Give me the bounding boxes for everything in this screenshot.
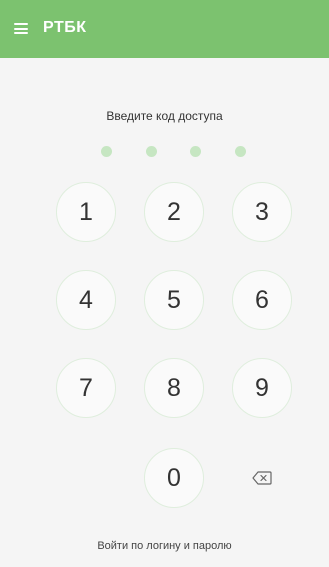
pin-dot-3	[190, 146, 201, 157]
hamburger-menu-icon[interactable]	[14, 23, 28, 34]
key-3[interactable]: 3	[232, 182, 292, 242]
app-title: РТБК	[43, 19, 87, 36]
key-5[interactable]: 5	[144, 270, 204, 330]
key-2[interactable]: 2	[144, 182, 204, 242]
pin-dot-4	[235, 146, 246, 157]
key-8[interactable]: 8	[144, 358, 204, 418]
pin-prompt: Введите код доступа	[106, 109, 223, 123]
backspace-icon[interactable]	[246, 462, 278, 494]
login-with-password-link[interactable]: Войти по логину и паролю	[0, 540, 329, 552]
pin-dot-1	[101, 146, 112, 157]
pin-dot-2	[146, 146, 157, 157]
key-6[interactable]: 6	[232, 270, 292, 330]
key-7[interactable]: 7	[56, 358, 116, 418]
key-9[interactable]: 9	[232, 358, 292, 418]
key-1[interactable]: 1	[56, 182, 116, 242]
app-bar: РТБК	[0, 0, 329, 58]
key-0[interactable]: 0	[144, 448, 204, 508]
pin-dots	[0, 146, 329, 158]
app-screen: РТБК Введите код доступа 1 2 3 4 5 6 7 8…	[0, 0, 329, 567]
key-4[interactable]: 4	[56, 270, 116, 330]
